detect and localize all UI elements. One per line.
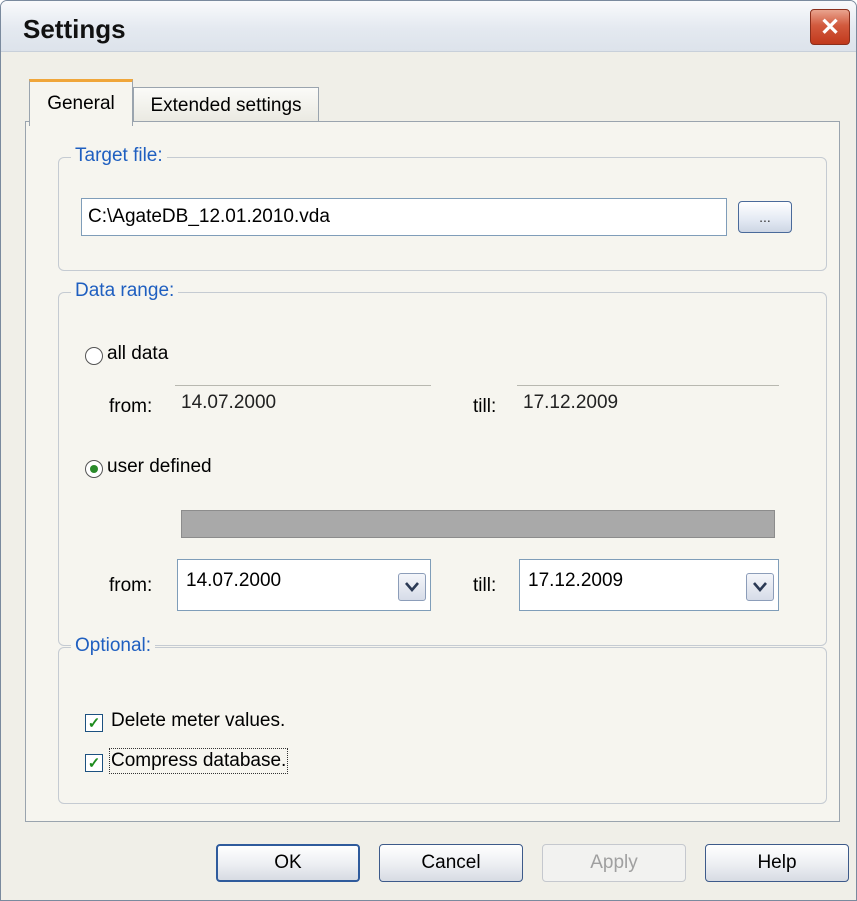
data-range-group: Data range: all data from: 14.07.2000 ti… xyxy=(58,280,827,646)
close-button[interactable]: ✕ xyxy=(810,9,850,45)
user-till-label: till: xyxy=(473,575,497,596)
compress-db-checkbox[interactable]: ✓ xyxy=(85,754,103,772)
tab-label: General xyxy=(47,93,115,114)
delete-meter-label[interactable]: Delete meter values. xyxy=(111,710,285,732)
chevron-down-icon[interactable] xyxy=(746,573,774,601)
from-date-value: 14.07.2000 xyxy=(186,570,282,591)
from-date-dropdown[interactable]: 14.07.2000 xyxy=(177,559,431,611)
cancel-button[interactable]: Cancel xyxy=(379,844,523,882)
close-icon: ✕ xyxy=(819,13,841,41)
all-data-label[interactable]: all data xyxy=(107,343,168,365)
data-range-legend: Data range: xyxy=(71,280,179,302)
apply-button-label: Apply xyxy=(590,852,638,873)
title-bar[interactable]: Settings ✕ xyxy=(1,1,856,52)
settings-dialog: Settings ✕ Extended settings General Tar… xyxy=(0,0,857,901)
delete-meter-checkbox[interactable]: ✓ xyxy=(85,714,103,732)
user-defined-label[interactable]: user defined xyxy=(107,456,212,478)
cancel-button-label: Cancel xyxy=(421,852,481,873)
browse-button-label: ... xyxy=(759,209,771,225)
help-button[interactable]: Help xyxy=(705,844,849,882)
all-from-value: 14.07.2000 xyxy=(175,385,431,425)
ok-button[interactable]: OK xyxy=(216,844,360,882)
target-file-legend: Target file: xyxy=(71,145,167,167)
all-data-radio[interactable] xyxy=(85,347,103,365)
check-icon: ✓ xyxy=(87,714,101,732)
till-date-value: 17.12.2009 xyxy=(528,570,624,591)
help-button-label: Help xyxy=(757,852,797,873)
tab-extended-settings[interactable]: Extended settings xyxy=(133,87,319,124)
user-defined-radio[interactable] xyxy=(85,460,103,478)
check-icon: ✓ xyxy=(87,754,101,772)
optional-legend: Optional: xyxy=(71,635,156,657)
general-tab-panel: Target file: C:\AgateDB_12.01.2010.vda .… xyxy=(25,121,840,822)
browse-button[interactable]: ... xyxy=(738,201,792,233)
user-from-label: from: xyxy=(109,575,153,596)
apply-button[interactable]: Apply xyxy=(542,844,686,882)
compress-db-label[interactable]: Compress database. xyxy=(108,748,289,774)
target-file-input[interactable]: C:\AgateDB_12.01.2010.vda xyxy=(81,198,727,236)
till-date-dropdown[interactable]: 17.12.2009 xyxy=(519,559,779,611)
all-till-label: till: xyxy=(473,396,497,417)
all-from-label: from: xyxy=(109,396,153,417)
ok-button-label: OK xyxy=(274,852,302,873)
target-file-group: Target file: C:\AgateDB_12.01.2010.vda .… xyxy=(58,145,827,271)
all-till-value: 17.12.2009 xyxy=(517,385,779,425)
optional-group: Optional: ✓ Delete meter values. ✓ Compr… xyxy=(58,635,827,804)
chevron-down-icon[interactable] xyxy=(398,573,426,601)
window-title: Settings xyxy=(23,14,126,44)
tab-general[interactable]: General xyxy=(29,79,133,126)
tab-label: Extended settings xyxy=(150,95,302,116)
date-range-slider[interactable] xyxy=(181,510,775,538)
